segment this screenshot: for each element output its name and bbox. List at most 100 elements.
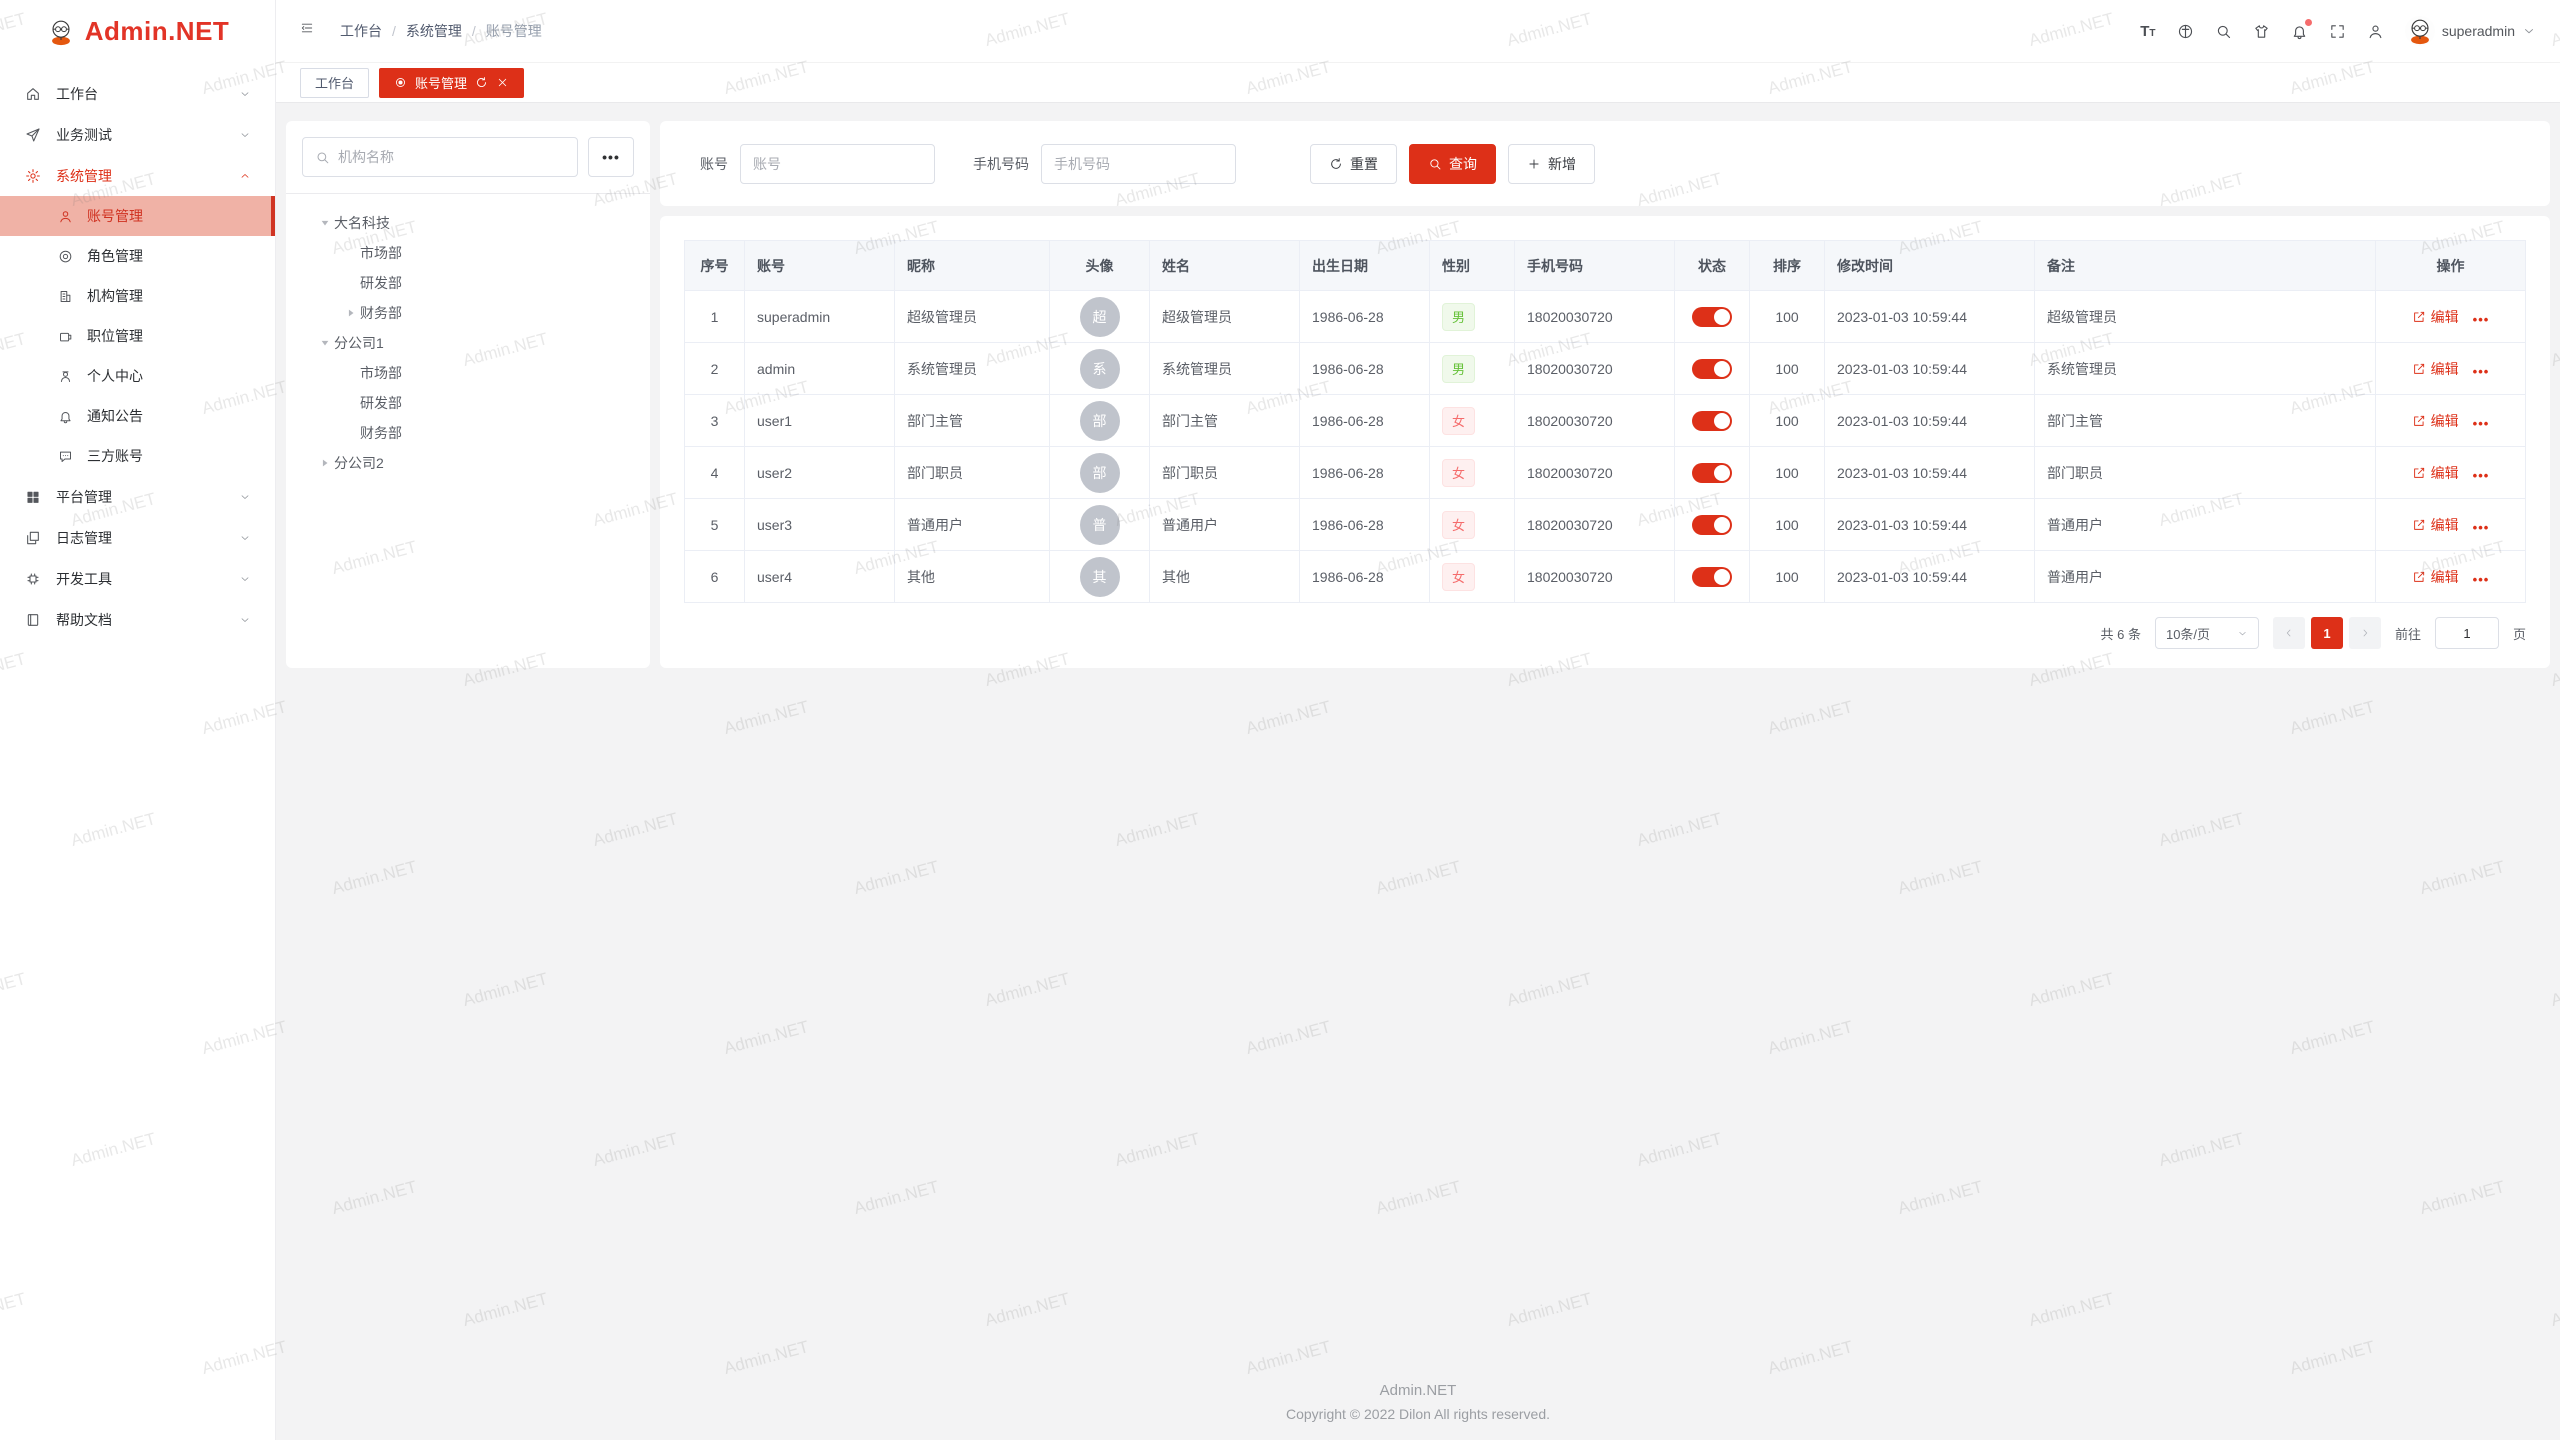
notification-badge — [2305, 19, 2312, 26]
edit-button[interactable]: 编辑 — [2412, 411, 2459, 431]
page-size-select[interactable]: 10条/页 — [2155, 617, 2259, 649]
status-toggle[interactable] — [1692, 359, 1732, 379]
cell-avatar: 其 — [1050, 551, 1150, 603]
tree-node[interactable]: 分公司2 — [294, 448, 642, 478]
status-toggle[interactable] — [1692, 567, 1732, 587]
language-icon[interactable] — [2167, 11, 2205, 51]
tab-workbench[interactable]: 工作台 — [300, 68, 369, 98]
account-input[interactable] — [740, 144, 935, 184]
page-number-1[interactable]: 1 — [2311, 617, 2343, 649]
sidebar-item-workbench[interactable]: 工作台 — [0, 73, 275, 114]
sidebar-item-account-management[interactable]: 账号管理 — [0, 196, 275, 236]
user-menu[interactable]: superadmin — [2405, 16, 2536, 46]
tree-node[interactable]: 研发部 — [294, 268, 642, 298]
tree-node-label: 财务部 — [360, 303, 402, 323]
phone-input[interactable] — [1041, 144, 1236, 184]
edit-button[interactable]: 编辑 — [2412, 307, 2459, 327]
sidebar-item-business-test[interactable]: 业务测试 — [0, 114, 275, 155]
goto-page-input[interactable] — [2435, 617, 2499, 649]
cell-status — [1675, 447, 1750, 499]
tree-node[interactable]: 大名科技 — [294, 208, 642, 238]
goto-label: 前往 — [2395, 624, 2421, 643]
cell-ops: 编辑 ••• — [2376, 395, 2526, 447]
close-icon[interactable] — [496, 76, 509, 89]
tree-node-label: 市场部 — [360, 363, 402, 383]
font-size-icon[interactable]: TT — [2129, 11, 2167, 51]
query-button[interactable]: 查询 — [1409, 144, 1496, 184]
tree-node[interactable]: 财务部 — [294, 418, 642, 448]
bell-icon — [56, 409, 74, 424]
org-search-input[interactable] — [338, 149, 565, 165]
footer-copyright: Copyright © 2022 Dilon All rights reserv… — [286, 1406, 2550, 1422]
caret-right-icon[interactable] — [316, 458, 334, 468]
cell-order: 100 — [1750, 291, 1825, 343]
tree-node-label: 市场部 — [360, 243, 402, 263]
more-actions-button[interactable]: ••• — [2473, 572, 2490, 587]
sidebar-item-help-docs[interactable]: 帮助文档 — [0, 599, 275, 640]
edit-button[interactable]: 编辑 — [2412, 515, 2459, 535]
main-area: 工作台 / 系统管理 / 账号管理 TTsuperadmin 工作台 账号管理 — [276, 0, 2560, 1440]
cell-birthday: 1986-06-28 — [1300, 343, 1430, 395]
app-root: Admin.NET 工作台业务测试系统管理账号管理角色管理机构管理职位管理个人中… — [0, 0, 2560, 1440]
tree-node[interactable]: 分公司1 — [294, 328, 642, 358]
tree-node[interactable]: 市场部 — [294, 238, 642, 268]
tree-node[interactable]: 研发部 — [294, 388, 642, 418]
reset-button[interactable]: 重置 — [1310, 144, 1397, 184]
tree-node-label: 分公司1 — [334, 333, 384, 353]
status-toggle[interactable] — [1692, 411, 1732, 431]
theme-icon[interactable] — [2243, 11, 2281, 51]
sidebar-item-system-management[interactable]: 系统管理 — [0, 155, 275, 196]
prev-page-button[interactable] — [2273, 617, 2305, 649]
cell-modified: 2023-01-03 10:59:44 — [1825, 343, 2035, 395]
cell-index: 5 — [685, 499, 745, 551]
more-actions-button[interactable]: ••• — [2473, 416, 2490, 431]
cell-account: user3 — [745, 499, 895, 551]
sidebar-item-role-management[interactable]: 角色管理 — [0, 236, 275, 276]
sidebar-item-notice-announcement[interactable]: 通知公告 — [0, 396, 275, 436]
sidebar-item-label: 通知公告 — [87, 406, 143, 426]
tree-node[interactable]: 市场部 — [294, 358, 642, 388]
fullscreen-icon[interactable] — [2319, 11, 2357, 51]
logo[interactable]: Admin.NET — [0, 0, 275, 63]
edit-button[interactable]: 编辑 — [2412, 567, 2459, 587]
cell-name: 部门主管 — [1150, 395, 1300, 447]
caret-down-icon[interactable] — [316, 218, 334, 228]
tabbar: 工作台 账号管理 — [276, 63, 2560, 103]
edit-button[interactable]: 编辑 — [2412, 359, 2459, 379]
status-toggle[interactable] — [1692, 463, 1732, 483]
cell-name: 部门职员 — [1150, 447, 1300, 499]
breadcrumb-workbench[interactable]: 工作台 — [340, 21, 382, 41]
more-actions-button[interactable]: ••• — [2473, 364, 2490, 379]
caret-right-icon[interactable] — [342, 308, 360, 318]
tree-node[interactable]: 财务部 — [294, 298, 642, 328]
tab-account-management[interactable]: 账号管理 — [379, 68, 524, 98]
sidebar-item-org-management[interactable]: 机构管理 — [0, 276, 275, 316]
more-actions-button[interactable]: ••• — [2473, 468, 2490, 483]
more-actions-button[interactable]: ••• — [2473, 312, 2490, 327]
status-toggle[interactable] — [1692, 307, 1732, 327]
menu-fold-icon[interactable] — [300, 21, 320, 41]
gender-badge: 男 — [1442, 303, 1475, 331]
sidebar-item-label: 平台管理 — [56, 487, 112, 507]
sidebar-item-position-management[interactable]: 职位管理 — [0, 316, 275, 356]
sidebar-item-label: 开发工具 — [56, 569, 112, 589]
sidebar-item-log-management[interactable]: 日志管理 — [0, 517, 275, 558]
notification-icon[interactable] — [2281, 11, 2319, 51]
edit-button[interactable]: 编辑 — [2412, 463, 2459, 483]
sidebar-item-third-party-account[interactable]: 三方账号 — [0, 436, 275, 476]
sidebar-item-platform-management[interactable]: 平台管理 — [0, 476, 275, 517]
chevron-down-icon — [239, 491, 251, 503]
caret-down-icon[interactable] — [316, 338, 334, 348]
user-icon[interactable] — [2357, 11, 2395, 51]
sidebar-item-dev-tools[interactable]: 开发工具 — [0, 558, 275, 599]
more-actions-button[interactable]: ••• — [2473, 520, 2490, 535]
org-more-button[interactable]: ••• — [588, 137, 634, 177]
breadcrumb-system-management[interactable]: 系统管理 — [406, 21, 462, 41]
add-button[interactable]: 新增 — [1508, 144, 1595, 184]
search-icon[interactable] — [2205, 11, 2243, 51]
next-page-button[interactable] — [2349, 617, 2381, 649]
cell-account: user1 — [745, 395, 895, 447]
refresh-icon[interactable] — [475, 76, 488, 89]
status-toggle[interactable] — [1692, 515, 1732, 535]
sidebar-item-personal-center[interactable]: 个人中心 — [0, 356, 275, 396]
